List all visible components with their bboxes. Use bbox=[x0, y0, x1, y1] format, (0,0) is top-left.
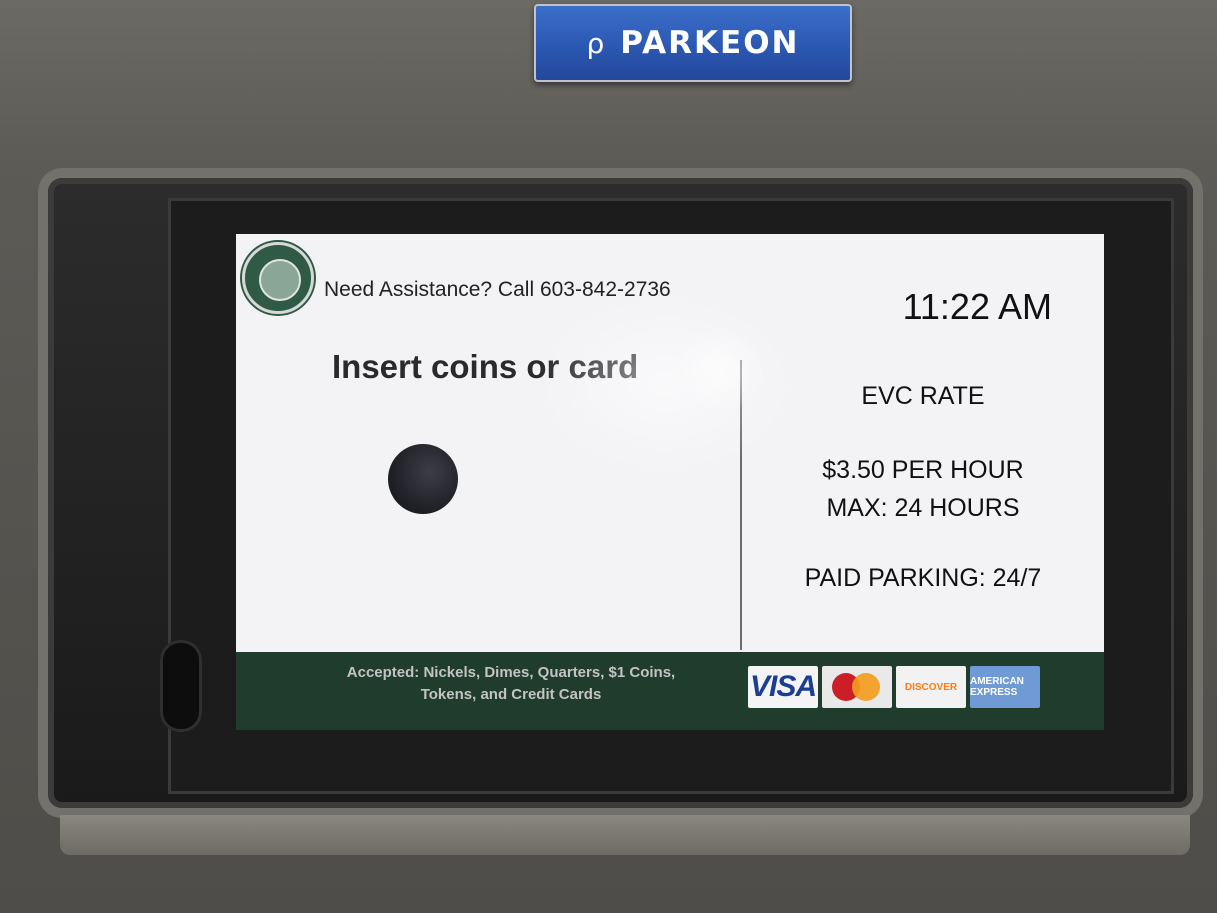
visa-card-icon: VISA bbox=[748, 666, 818, 708]
clock-time: 11:22 AM bbox=[902, 286, 1052, 327]
insert-prompt: Insert coins or card bbox=[332, 348, 639, 385]
city-seal-icon bbox=[242, 242, 314, 314]
mastercard-card-icon bbox=[822, 666, 892, 708]
rate-max: MAX: 24 HOURS bbox=[826, 494, 1020, 522]
rate-title: EVC RATE bbox=[861, 382, 985, 410]
mastercard-orange-circle bbox=[852, 673, 880, 701]
paid-parking-hours: PAID PARKING: 24/7 bbox=[804, 564, 1042, 592]
accepted-line-2: Tokens, and Credit Cards bbox=[420, 686, 602, 703]
payment-footer: Accepted: Nickels, Dimes, Quarters, $1 C… bbox=[236, 652, 1104, 730]
brand-logo-icon: ρ bbox=[586, 26, 607, 60]
meter-housing: ρ PARKEON Need Assistance? Call 603-842-… bbox=[0, 0, 1217, 913]
accepted-payments-text: Accepted: Nickels, Dimes, Quarters, $1 C… bbox=[276, 662, 746, 706]
brand-plate: ρ PARKEON bbox=[534, 4, 852, 82]
coin-slot-icon bbox=[388, 444, 458, 514]
discover-card-icon: DISCOVER bbox=[896, 666, 966, 708]
housing-lower-lip bbox=[60, 815, 1190, 855]
brand-name: PARKEON bbox=[620, 25, 800, 61]
amex-card-icon: AMERICAN EXPRESS bbox=[970, 666, 1040, 708]
card-logos: VISA DISCOVER AMERICAN EXPRESS bbox=[748, 666, 1040, 708]
rate-price: $3.50 PER HOUR bbox=[822, 456, 1024, 484]
accepted-line-1: Accepted: Nickels, Dimes, Quarters, $1 C… bbox=[346, 664, 676, 681]
assistance-text: Need Assistance? Call 603-842-2736 bbox=[324, 278, 671, 301]
display-screen: Need Assistance? Call 603-842-2736 11:22… bbox=[236, 234, 1104, 730]
card-slot[interactable] bbox=[160, 640, 202, 732]
